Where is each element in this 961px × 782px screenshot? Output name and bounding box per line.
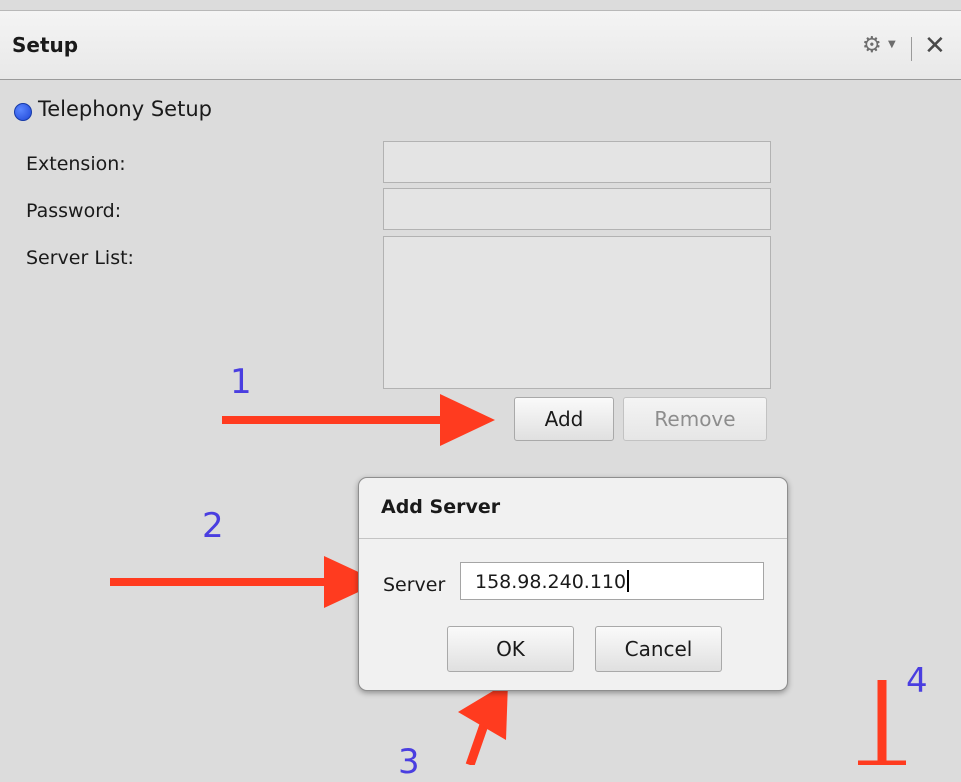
- dialog-title-bar: Add Server: [359, 478, 787, 539]
- step-1-number: 1: [230, 362, 252, 402]
- text-caret: [627, 570, 630, 592]
- cancel-button[interactable]: Cancel: [595, 626, 722, 672]
- step-4-number: 4: [906, 661, 928, 701]
- step-3-number: 3: [398, 742, 420, 782]
- add-server-dialog: Add Server Server 158.98.240.110 OK Canc…: [358, 477, 788, 691]
- arrow-3-shaft: [465, 720, 490, 765]
- dialog-title: Add Server: [381, 496, 501, 518]
- server-input[interactable]: 158.98.240.110: [460, 562, 764, 600]
- arrow-1-head: [440, 394, 495, 446]
- server-input-value: 158.98.240.110: [475, 571, 627, 593]
- ok-button[interactable]: OK: [447, 626, 574, 672]
- server-label: Server: [383, 574, 446, 596]
- step-2-number: 2: [202, 506, 224, 546]
